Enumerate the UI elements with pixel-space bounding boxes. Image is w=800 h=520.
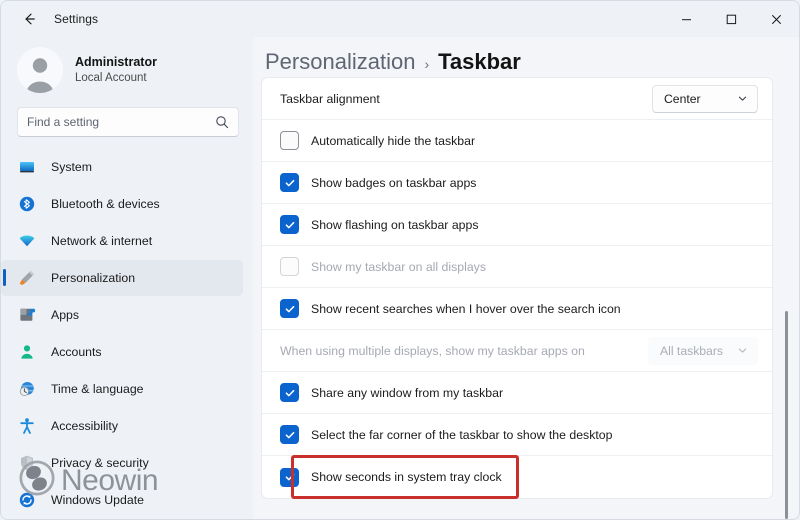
main-content: Personalization › Taskbar Taskbar alignm… xyxy=(253,37,799,519)
close-icon[interactable] xyxy=(754,1,799,37)
window-body: Administrator Local Account Find a setti… xyxy=(1,37,799,519)
search-input[interactable] xyxy=(27,115,215,129)
settings-window: Settings Administrator Local Account Fin… xyxy=(0,0,800,520)
multiple-displays-dropdown: All taskbars xyxy=(648,336,758,365)
table-row[interactable]: Show badges on taskbar apps xyxy=(262,162,772,204)
sidebar-item-accounts[interactable]: Accounts xyxy=(1,334,243,370)
table-row: When using multiple displays, show my ta… xyxy=(262,330,772,372)
table-row[interactable]: Taskbar alignment Center xyxy=(262,78,772,120)
title-bar: Settings xyxy=(1,1,799,37)
sidebar-item-apps[interactable]: Apps xyxy=(1,297,243,333)
sidebar-item-label: Apps xyxy=(51,308,80,322)
sidebar: Administrator Local Account Find a setti… xyxy=(1,37,253,519)
checkbox-select-far-corner[interactable] xyxy=(280,425,299,444)
table-row[interactable]: Show flashing on taskbar apps xyxy=(262,204,772,246)
sidebar-item-privacy-security[interactable]: Privacy & security xyxy=(1,445,243,481)
table-row[interactable]: Select the far corner of the taskbar to … xyxy=(262,414,772,456)
window-controls xyxy=(664,1,799,37)
table-row[interactable]: Show recent searches when I hover over t… xyxy=(262,288,772,330)
update-icon xyxy=(17,490,37,510)
checkbox-show-flashing[interactable] xyxy=(280,215,299,234)
row-label: Share any window from my taskbar xyxy=(311,385,504,400)
sidebar-item-accessibility[interactable]: Accessibility xyxy=(1,408,243,444)
table-row[interactable]: Automatically hide the taskbar xyxy=(262,120,772,162)
accessibility-icon xyxy=(17,416,37,436)
table-row[interactable]: Share any window from my taskbar xyxy=(262,372,772,414)
account-subtitle: Local Account xyxy=(75,72,147,85)
sidebar-item-network-internet[interactable]: Network & internet xyxy=(1,223,243,259)
bluetooth-icon xyxy=(17,194,37,214)
sidebar-item-bluetooth-devices[interactable]: Bluetooth & devices xyxy=(1,186,243,222)
monitor-icon xyxy=(17,157,37,177)
sidebar-item-label: Personalization xyxy=(51,271,136,285)
chevron-right-icon: › xyxy=(424,56,430,72)
minimize-icon[interactable] xyxy=(664,1,709,37)
row-label: Show my taskbar on all displays xyxy=(311,259,486,274)
checkbox-show-recent-searches[interactable] xyxy=(280,299,299,318)
account-block[interactable]: Administrator Local Account xyxy=(1,37,243,105)
user-avatar-icon xyxy=(17,47,63,93)
row-label: Taskbar alignment xyxy=(280,91,380,106)
scrollbar[interactable] xyxy=(781,85,793,519)
row-label: Select the far corner of the taskbar to … xyxy=(311,427,613,442)
sidebar-item-label: Time & language xyxy=(51,382,144,396)
app-title: Settings xyxy=(54,12,99,26)
breadcrumb-parent[interactable]: Personalization xyxy=(265,49,415,75)
maximize-icon[interactable] xyxy=(709,1,754,37)
sidebar-nav: System Bluetooth & devices Network & int… xyxy=(1,149,243,518)
settings-scroll-area: Taskbar alignment Center Automatically h… xyxy=(253,77,799,519)
taskbar-alignment-dropdown[interactable]: Center xyxy=(652,84,758,113)
row-label: Automatically hide the taskbar xyxy=(311,133,476,148)
sidebar-item-windows-update[interactable]: Windows Update xyxy=(1,482,243,518)
settings-card: Taskbar alignment Center Automatically h… xyxy=(261,77,773,499)
checkbox-show-badges[interactable] xyxy=(280,173,299,192)
sidebar-item-label: Privacy & security xyxy=(51,456,149,470)
back-arrow-icon[interactable] xyxy=(14,4,44,34)
accounts-icon xyxy=(17,342,37,362)
sidebar-item-label: Network & internet xyxy=(51,234,153,248)
chevron-down-icon xyxy=(737,345,748,356)
checkbox-show-taskbar-all-displays xyxy=(280,257,299,276)
sidebar-item-label: Windows Update xyxy=(51,493,144,507)
row-label: Show recent searches when I hover over t… xyxy=(311,301,621,316)
account-name: Administrator xyxy=(75,54,157,69)
shield-icon xyxy=(17,453,37,473)
row-label: Show seconds in system tray clock xyxy=(311,470,502,484)
chevron-down-icon xyxy=(737,93,748,104)
page-title: Taskbar xyxy=(438,49,521,74)
sidebar-item-label: Bluetooth & devices xyxy=(51,197,160,211)
sidebar-item-system[interactable]: System xyxy=(1,149,243,185)
dropdown-value: Center xyxy=(664,91,701,106)
clock-globe-icon xyxy=(17,379,37,399)
wifi-icon xyxy=(17,231,37,251)
table-row: Show my taskbar on all displays xyxy=(262,246,772,288)
dropdown-value: All taskbars xyxy=(660,343,723,358)
sidebar-item-label: Accounts xyxy=(51,345,102,359)
sidebar-item-personalization[interactable]: Personalization xyxy=(1,260,243,296)
checkbox-automatically-hide-taskbar[interactable] xyxy=(280,131,299,150)
apps-icon xyxy=(17,305,37,325)
search-icon xyxy=(215,115,229,129)
sidebar-item-label: System xyxy=(51,160,92,174)
row-label: Show flashing on taskbar apps xyxy=(311,217,479,232)
paintbrush-icon xyxy=(17,268,37,288)
scrollbar-thumb[interactable] xyxy=(785,310,788,519)
search-box[interactable] xyxy=(17,107,239,137)
checkbox-share-any-window[interactable] xyxy=(280,383,299,402)
row-label: When using multiple displays, show my ta… xyxy=(280,343,585,358)
table-row[interactable]: Show seconds in system tray clock xyxy=(262,456,772,498)
checkbox-show-seconds-system-tray-clock[interactable] xyxy=(280,467,299,487)
sidebar-item-time-language[interactable]: Time & language xyxy=(1,371,243,407)
row-label: Show badges on taskbar apps xyxy=(311,175,477,190)
sidebar-item-label: Accessibility xyxy=(51,419,118,433)
